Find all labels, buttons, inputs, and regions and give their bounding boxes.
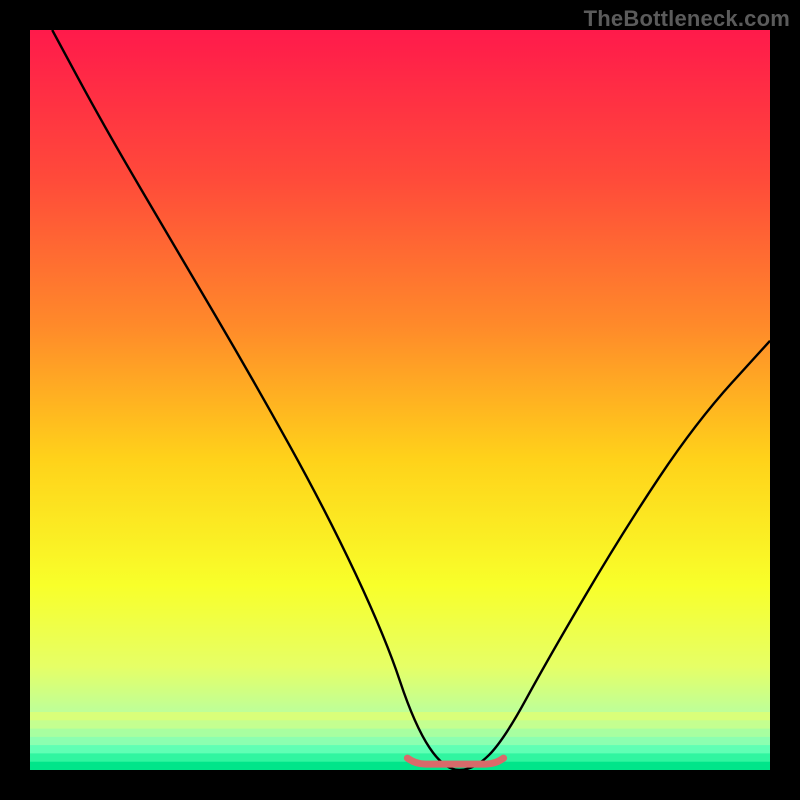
curve-layer bbox=[30, 30, 770, 770]
optimal-flat-segment bbox=[407, 758, 503, 764]
bottleneck-curve bbox=[52, 30, 770, 770]
plot-area bbox=[30, 30, 770, 770]
chart-frame: TheBottleneck.com bbox=[0, 0, 800, 800]
watermark-text: TheBottleneck.com bbox=[584, 6, 790, 32]
